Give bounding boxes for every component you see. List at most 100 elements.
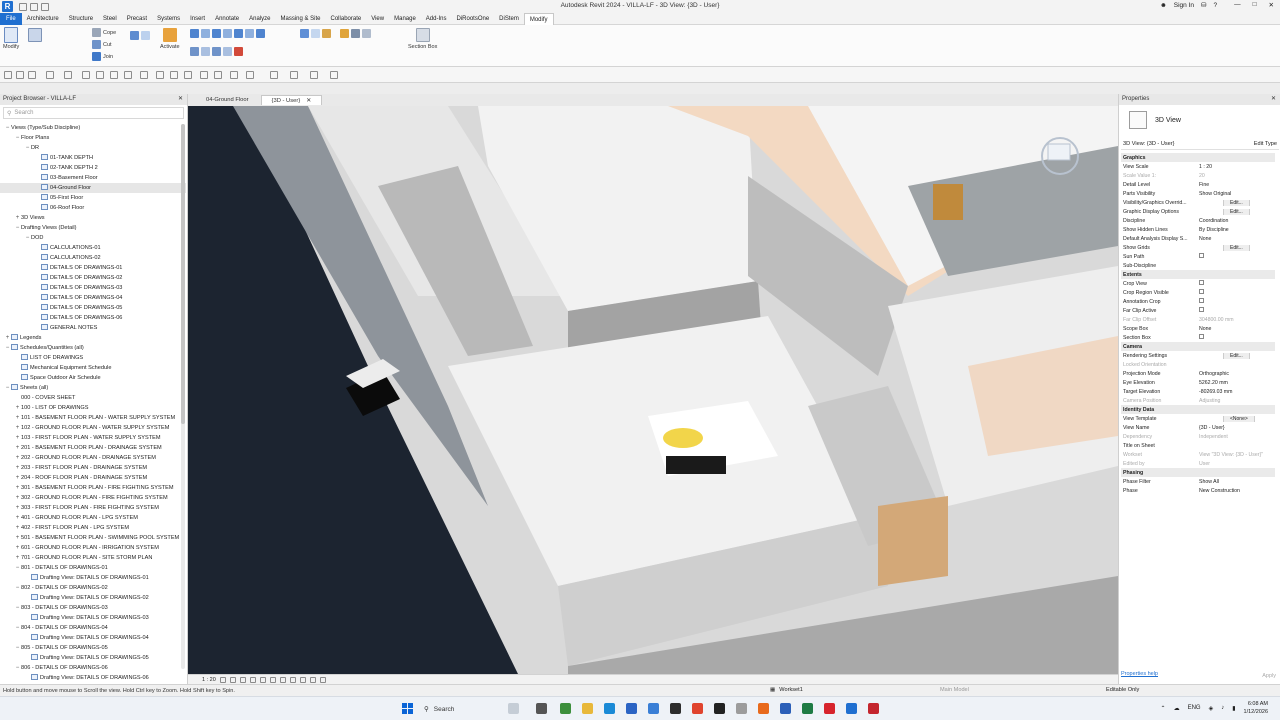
wall-icon[interactable] — [141, 31, 150, 40]
close-icon[interactable]: ✕ — [1269, 1, 1274, 9]
property-section[interactable]: Camera — [1121, 342, 1275, 351]
tree-item[interactable]: − DOD — [0, 233, 186, 243]
tree-item[interactable]: +401 - GROUND FLOOR PLAN - LPG SYSTEM — [0, 513, 186, 523]
property-value[interactable]: View "3D View: {3D - User}" — [1197, 452, 1275, 458]
crop-view-icon[interactable] — [269, 676, 276, 683]
edit-type-button[interactable]: Edit Type — [1254, 141, 1277, 147]
close-hidden-icon[interactable] — [200, 71, 208, 79]
tree-item[interactable]: 06-Roof Floor — [0, 203, 186, 213]
edge-icon[interactable] — [604, 703, 615, 714]
close-tab-icon[interactable]: ✕ — [306, 98, 311, 104]
open-icon[interactable] — [4, 71, 12, 79]
text-icon[interactable] — [140, 71, 148, 79]
property-value[interactable]: Orthographic — [1197, 371, 1275, 377]
copy-icon[interactable] — [234, 29, 243, 38]
battery-icon[interactable]: ▮ — [1232, 705, 1235, 712]
checkbox[interactable] — [1199, 253, 1204, 258]
edit-button[interactable]: Edit... — [1223, 199, 1250, 206]
expand-icon[interactable]: + — [14, 543, 21, 553]
tree-item[interactable]: −801 - DETAILS OF DRAWINGS-01 — [0, 563, 186, 573]
help-icon[interactable]: ? — [1213, 2, 1217, 9]
notes-icon[interactable] — [714, 703, 725, 714]
type-selector[interactable]: 3D View: {3D - User} — [1123, 141, 1175, 147]
tree-item[interactable]: 04-Ground Floor — [0, 183, 186, 193]
property-checkbox[interactable] — [1197, 334, 1275, 341]
tab-view[interactable]: View — [366, 13, 389, 25]
settings-icon[interactable] — [230, 71, 238, 79]
expand-icon[interactable]: + — [14, 523, 21, 533]
shadows-icon[interactable] — [249, 676, 256, 683]
section-icon[interactable] — [170, 71, 178, 79]
autocad-icon[interactable] — [868, 703, 879, 714]
property-value[interactable]: Show Original — [1197, 191, 1275, 197]
tree-item[interactable]: +501 - BASEMENT FLOOR PLAN - SWIMMING PO… — [0, 533, 186, 543]
close-icon[interactable]: ✕ — [178, 94, 183, 105]
tree-item[interactable]: −803 - DETAILS OF DRAWINGS-03 — [0, 603, 186, 613]
dimension-icon[interactable] — [311, 29, 320, 38]
tree-item[interactable]: Drafting View: DETAILS OF DRAWINGS-05 — [0, 653, 186, 663]
tree-item[interactable]: +203 - FIRST FLOOR PLAN - DRAINAGE SYSTE… — [0, 463, 186, 473]
sync-icon[interactable] — [28, 71, 36, 79]
tree-item[interactable]: Drafting View: DETAILS OF DRAWINGS-01 — [0, 573, 186, 583]
collapse-icon[interactable]: − — [24, 143, 31, 153]
tree-item[interactable]: −805 - DETAILS OF DRAWINGS-05 — [0, 643, 186, 653]
tree-item[interactable]: +601 - GROUND FLOOR PLAN - IRRIGATION SY… — [0, 543, 186, 553]
tree-item[interactable]: − DR — [0, 143, 186, 153]
lock-view-icon[interactable] — [289, 676, 296, 683]
chevron-up-icon[interactable]: ⌃ — [1161, 705, 1166, 712]
tab-ground-floor[interactable]: 04-Ground Floor — [196, 95, 259, 105]
checkbox[interactable] — [1199, 289, 1204, 294]
tab-architecture[interactable]: Architecture — [22, 13, 64, 25]
collapse-icon[interactable]: − — [14, 583, 21, 593]
property-value[interactable]: 304800.00 mm — [1197, 317, 1275, 323]
switch-windows-icon[interactable] — [214, 71, 222, 79]
expand-icon[interactable]: + — [14, 403, 21, 413]
collapse-icon[interactable]: − — [14, 663, 21, 673]
detail-level-icon[interactable] — [219, 676, 226, 683]
tab-modify[interactable]: Modify — [523, 12, 554, 25]
visual-style-icon[interactable] — [229, 676, 236, 683]
close-icon[interactable]: ✕ — [1271, 94, 1276, 105]
collapse-icon[interactable]: − — [14, 603, 21, 613]
property-checkbox[interactable] — [1197, 289, 1275, 296]
property-button[interactable]: Edit... — [1197, 244, 1275, 251]
redo-icon[interactable] — [64, 71, 72, 79]
tree-item[interactable]: +201 - BASEMENT FLOOR PLAN - DRAINAGE SY… — [0, 443, 186, 453]
file-explorer-icon[interactable] — [582, 703, 593, 714]
tree-item[interactable]: 01-TANK DEPTH — [0, 153, 186, 163]
tree-item[interactable]: CALCULATIONS-01 — [0, 243, 186, 253]
expand-icon[interactable]: + — [14, 473, 21, 483]
undo-icon[interactable] — [46, 71, 54, 79]
property-value[interactable]: {3D - User} — [1197, 425, 1275, 431]
tree-item[interactable]: −802 - DETAILS OF DRAWINGS-02 — [0, 583, 186, 593]
reveal-hidden-icon[interactable] — [309, 676, 316, 683]
design-option-selector[interactable]: Main Model — [940, 687, 969, 693]
expand-icon[interactable]: + — [14, 553, 21, 563]
taskbar-search[interactable]: ⚲ Search — [424, 702, 498, 716]
property-checkbox[interactable] — [1197, 280, 1275, 287]
tab-annotate[interactable]: Annotate — [210, 13, 244, 25]
property-value[interactable]: User — [1197, 461, 1275, 467]
array-icon[interactable] — [201, 47, 210, 56]
section-box-button[interactable]: Section Box — [408, 28, 437, 50]
property-button[interactable]: <None> — [1197, 415, 1275, 422]
property-value[interactable]: By Discipline — [1197, 227, 1275, 233]
geometry-icon[interactable] — [130, 31, 139, 40]
tab-systems[interactable]: Systems — [152, 13, 185, 25]
app-icon[interactable] — [560, 703, 571, 714]
pin-icon[interactable] — [223, 47, 232, 56]
tab-file[interactable]: File — [0, 12, 22, 25]
checkbox[interactable] — [1199, 334, 1204, 339]
tree-item[interactable]: +202 - GROUND FLOOR PLAN - DRAINAGE SYST… — [0, 453, 186, 463]
tree-item[interactable]: 02-TANK DEPTH 2 — [0, 163, 186, 173]
analytical-icon[interactable] — [319, 676, 326, 683]
tag-icon[interactable] — [124, 71, 132, 79]
tree-item[interactable]: +302 - GROUND FLOOR PLAN - FIRE FIGHTING… — [0, 493, 186, 503]
scale-icon[interactable] — [212, 47, 221, 56]
tree-item[interactable]: Space Outdoor Air Schedule — [0, 373, 186, 383]
sun-path-icon[interactable] — [239, 676, 246, 683]
edit-button[interactable]: Edit... — [1223, 244, 1250, 251]
browser-search-input[interactable]: ⚲ Search — [3, 107, 184, 119]
tree-item[interactable]: − Floor Plans — [0, 133, 186, 143]
collapse-icon[interactable]: − — [14, 133, 21, 143]
